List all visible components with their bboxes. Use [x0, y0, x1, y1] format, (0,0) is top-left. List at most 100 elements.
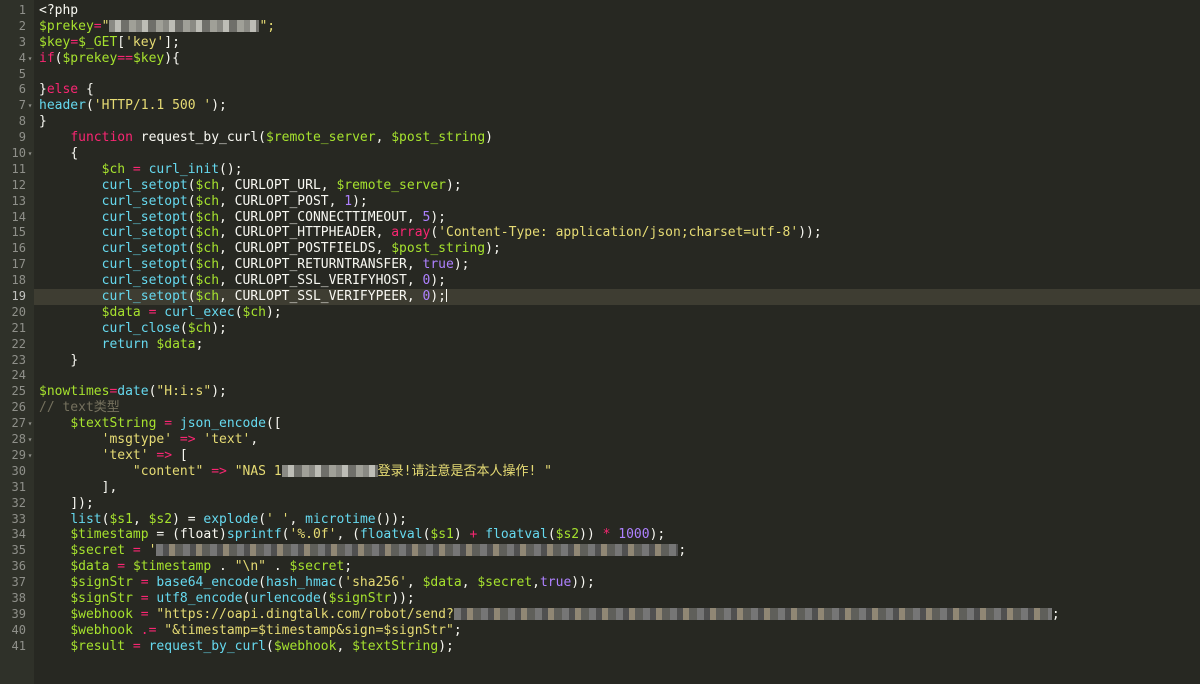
- fold-toggle-icon[interactable]: ▾: [26, 146, 34, 162]
- punct: );: [430, 273, 447, 289]
- code-area[interactable]: <?php $prekey=" "; $key=$_GET['key']; if(…: [34, 3, 1200, 655]
- punct: {: [78, 82, 94, 98]
- line-number-gutter: 1 2 3 4 ▾ 5 6 7 ▾ 8 9 10 ▾ 11 12 13 14 15 16 17 18 19 20 21 22 23…: [0, 0, 34, 684]
- line-number-text: 41: [11, 638, 26, 653]
- line-number-29: 29 ▾: [0, 448, 34, 464]
- operator: .=: [132, 622, 165, 638]
- code-line-34: $timestamp = (float)sprintf('%.0f', (flo…: [39, 527, 1200, 543]
- keyword: function: [70, 130, 133, 146]
- punct: ,: [132, 511, 149, 527]
- string-quote: ";: [259, 18, 276, 34]
- line-number-text: 6: [18, 82, 26, 97]
- punct: ,: [336, 638, 353, 654]
- code-line-35: $secret = ';: [39, 543, 1200, 559]
- line-number-text: 35: [11, 543, 26, 558]
- variable: $remote_server: [336, 177, 447, 193]
- variable: $secret: [289, 559, 345, 575]
- string: 登录!请注意是否本人操作! ": [377, 463, 552, 479]
- punct: ,: [289, 511, 306, 527]
- punct: ));: [571, 575, 595, 591]
- fold-toggle-icon[interactable]: ▾: [26, 51, 34, 67]
- code-line-13: curl_setopt($ch, CURLOPT_POST, 1);: [39, 194, 1200, 210]
- function-call: request_by_curl: [148, 638, 266, 654]
- line-number-text: 39: [11, 606, 26, 621]
- variable: $nowtimes: [39, 384, 110, 400]
- punct: (: [187, 241, 196, 257]
- punct: ;: [344, 559, 353, 575]
- line-number-41: 41: [0, 639, 34, 655]
- line-number-21: 21: [0, 321, 34, 337]
- operator: =: [109, 559, 133, 575]
- punct: );: [446, 177, 462, 193]
- line-number-text: 4: [18, 50, 26, 65]
- variable: $data: [70, 559, 110, 575]
- variable: $ch: [195, 209, 220, 225]
- php-open-tag: <?php: [39, 3, 79, 18]
- punct: ){: [164, 50, 180, 66]
- code-line-39: $webhook = "https://oapi.dingtalk.com/ro…: [39, 607, 1200, 623]
- line-number-10: 10 ▾: [0, 146, 34, 162]
- line-number-35: 35: [0, 543, 34, 559]
- variable: $secret: [477, 575, 533, 591]
- code-line-6: }else {: [39, 82, 1200, 98]
- code-line-23: }: [39, 353, 1200, 369]
- line-number-text: 11: [11, 161, 26, 176]
- function-call: list: [70, 511, 102, 527]
- punct: (: [430, 225, 439, 241]
- operator: =>: [148, 447, 180, 463]
- string: "https://oapi.dingtalk.com/robot/send?: [156, 606, 454, 622]
- constant-true: true: [422, 257, 454, 273]
- line-number-4: 4 ▾: [0, 51, 34, 67]
- line-number-8: 8: [0, 114, 34, 130]
- line-number-text: 32: [11, 495, 26, 510]
- string: ' ': [266, 511, 290, 527]
- variable: $secret: [70, 543, 126, 559]
- fold-toggle-icon[interactable]: ▾: [26, 432, 34, 448]
- punct: (: [258, 575, 266, 591]
- line-number-24: 24: [0, 368, 34, 384]
- variable: $ch: [195, 273, 220, 289]
- variable: $textString: [352, 638, 439, 654]
- string: "&timestamp=$timestamp&sign=$signStr": [164, 622, 454, 638]
- punct: (: [187, 193, 196, 209]
- punct: }: [39, 114, 47, 130]
- function-call: curl_setopt: [101, 177, 188, 193]
- function-call: header: [39, 98, 86, 114]
- line-number-27: 27 ▾: [0, 416, 34, 432]
- fold-toggle-icon[interactable]: ▾: [26, 98, 34, 114]
- function-call: microtime: [305, 511, 376, 527]
- redacted-access-token: [453, 607, 1052, 620]
- function-call: date: [117, 384, 149, 400]
- code-line-9: function request_by_curl($remote_server,…: [39, 130, 1200, 146]
- code-line-14: curl_setopt($ch, CURLOPT_CONNECTTIMEOUT,…: [39, 210, 1200, 226]
- punct: );: [211, 320, 227, 336]
- line-number-text: 25: [11, 384, 26, 399]
- function-name: request_by_curl(: [132, 130, 266, 146]
- line-number-text: 23: [11, 352, 26, 367]
- code-editor[interactable]: 1 2 3 4 ▾ 5 6 7 ▾ 8 9 10 ▾ 11 12 13 14 15 16 17 18 19 20 21 22 23…: [0, 0, 1200, 684]
- code-line-11: $ch = curl_init();: [39, 162, 1200, 178]
- constant: , CURLOPT_URL,: [219, 177, 337, 193]
- function-call: base64_encode: [156, 575, 259, 591]
- fold-toggle-icon[interactable]: ▾: [26, 416, 34, 432]
- punct: ());: [375, 511, 407, 527]
- punct: );: [266, 304, 282, 320]
- line-number-31: 31: [0, 480, 34, 496]
- line-number-text: 1: [18, 3, 26, 17]
- function-call: floatval: [359, 527, 423, 543]
- line-number-2: 2: [0, 19, 34, 35]
- operator: =: [125, 543, 149, 559]
- punct: ): [485, 130, 493, 146]
- fold-toggle-icon[interactable]: ▾: [26, 448, 34, 464]
- line-number-36: 36: [0, 559, 34, 575]
- punct: (: [234, 304, 243, 320]
- variable: $s2: [148, 511, 173, 527]
- line-number-text: 3: [18, 34, 26, 49]
- operator: =: [156, 416, 180, 432]
- variable: $key: [132, 50, 165, 66]
- operator: =: [132, 606, 157, 622]
- constant: , CURLOPT_POST,: [219, 193, 345, 209]
- variable: $signStr: [328, 590, 392, 606]
- variable: $ch: [101, 161, 126, 177]
